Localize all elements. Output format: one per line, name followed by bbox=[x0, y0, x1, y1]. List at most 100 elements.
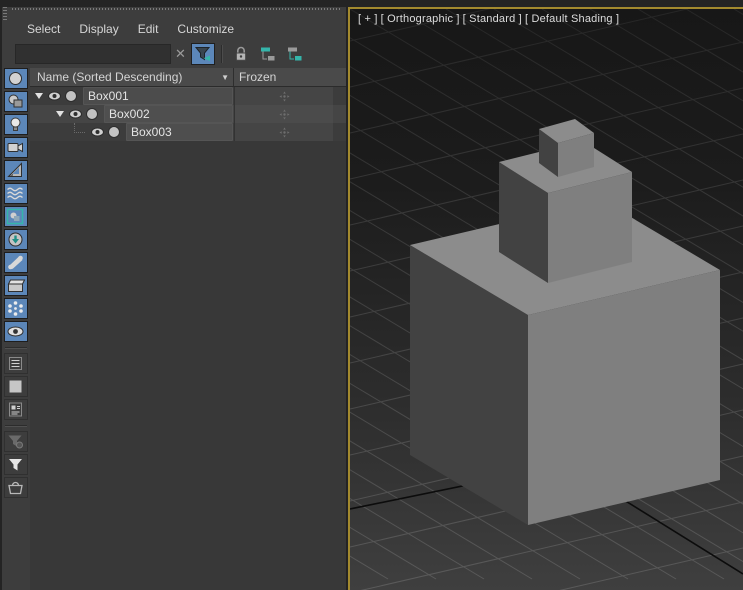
frozen-cell[interactable] bbox=[234, 87, 333, 105]
menu-customize[interactable]: Customize bbox=[177, 22, 234, 36]
toolbar-separator bbox=[4, 347, 27, 349]
scene-explorer-panel: Select Display Edit Customize ✕ Name (So… bbox=[2, 7, 346, 590]
display-lights-icon bbox=[10, 117, 21, 131]
visibility-eye-icon bbox=[91, 127, 104, 137]
viewport-general-menu[interactable]: [ + ] bbox=[358, 13, 378, 25]
property-list-button[interactable] bbox=[3, 399, 28, 420]
tree-connector bbox=[74, 122, 85, 133]
display-frozen-icon bbox=[8, 301, 23, 316]
display-lights-button[interactable] bbox=[3, 114, 28, 135]
display-hidden-button[interactable] bbox=[3, 321, 28, 342]
tree-header: Name (Sorted Descending) ▼ Frozen bbox=[30, 68, 346, 87]
selection-filter-icon bbox=[9, 459, 22, 471]
display-geometry-button[interactable] bbox=[3, 68, 28, 89]
display-containers-icon bbox=[7, 279, 26, 292]
list-view-button[interactable] bbox=[3, 353, 28, 374]
visibility-eye-icon bbox=[69, 109, 82, 119]
object-name-label: Box003 bbox=[131, 125, 172, 139]
name-column-label: Name (Sorted Descending) bbox=[37, 70, 183, 84]
selection-filter-dim-icon bbox=[8, 435, 23, 449]
display-filter-toolbar bbox=[2, 68, 29, 500]
frozen-cell[interactable] bbox=[234, 105, 333, 123]
tree-row[interactable]: Box003 bbox=[30, 122, 346, 141]
container-filter-icon bbox=[8, 481, 23, 495]
expand-arrow-icon[interactable] bbox=[53, 111, 67, 117]
frozen-toggle-icon bbox=[278, 108, 290, 120]
tree-rows: Box001 Box002 Box003 bbox=[30, 87, 346, 141]
panel-drag-handle-corner bbox=[3, 7, 7, 21]
display-groups-button[interactable] bbox=[3, 206, 28, 227]
material-swatch-button[interactable] bbox=[3, 376, 28, 397]
menu-select[interactable]: Select bbox=[27, 22, 60, 36]
menu-display[interactable]: Display bbox=[79, 22, 118, 36]
filter-funnel-icon bbox=[194, 47, 210, 61]
lock-button[interactable] bbox=[229, 43, 253, 65]
frozen-toggle-icon bbox=[278, 90, 290, 102]
display-bones-icon bbox=[8, 255, 23, 270]
object-name-cell[interactable]: Box001 bbox=[83, 87, 233, 105]
display-geometry-icon bbox=[9, 72, 22, 85]
visibility-toggle[interactable] bbox=[48, 91, 62, 101]
viewport-renderer-menu[interactable]: [ Standard ] bbox=[463, 13, 522, 25]
selection-filter-button[interactable] bbox=[3, 454, 28, 475]
column-header-name[interactable]: Name (Sorted Descending) ▼ bbox=[30, 68, 234, 86]
viewport[interactable]: [ + ] [ Orthographic ] [ Standard ] [ De… bbox=[348, 7, 743, 590]
object-name-label: Box001 bbox=[88, 89, 129, 103]
display-containers-button[interactable] bbox=[3, 275, 28, 296]
display-frozen-button[interactable] bbox=[3, 298, 28, 319]
tree-row[interactable]: Box001 bbox=[30, 87, 346, 105]
row-filler bbox=[333, 87, 346, 105]
viewport-shading-menu[interactable]: [ Default Shading ] bbox=[525, 13, 619, 25]
expand-all-icon bbox=[260, 47, 275, 61]
row-filler bbox=[333, 123, 346, 141]
visibility-toggle[interactable] bbox=[91, 127, 105, 137]
frozen-cell[interactable] bbox=[234, 123, 333, 141]
clear-search-icon[interactable]: ✕ bbox=[175, 43, 186, 65]
display-helpers-icon bbox=[7, 162, 22, 177]
selection-dot-icon[interactable] bbox=[108, 126, 120, 138]
sort-descending-icon: ▼ bbox=[221, 72, 229, 82]
display-shapes-button[interactable] bbox=[3, 91, 28, 112]
tree-row[interactable]: Box002 bbox=[30, 105, 346, 123]
material-swatch-icon bbox=[9, 380, 22, 393]
visibility-toggle[interactable] bbox=[69, 109, 83, 119]
display-helpers-button[interactable] bbox=[3, 160, 28, 181]
object-name-label: Box002 bbox=[109, 107, 150, 121]
collapse-all-icon bbox=[287, 47, 302, 61]
object-name-cell[interactable]: Box002 bbox=[104, 105, 233, 123]
selection-dot-icon[interactable] bbox=[65, 90, 77, 102]
display-spacewarps-button[interactable] bbox=[3, 183, 28, 204]
selection-filter-button[interactable] bbox=[190, 43, 215, 65]
display-bones-button[interactable] bbox=[3, 252, 28, 273]
search-input[interactable] bbox=[15, 44, 171, 64]
display-cameras-button[interactable] bbox=[3, 137, 28, 158]
lock-icon bbox=[235, 46, 247, 61]
display-xrefs-button[interactable] bbox=[3, 229, 28, 250]
visibility-eye-icon bbox=[48, 91, 61, 101]
display-xrefs-icon bbox=[8, 232, 23, 247]
display-groups-icon bbox=[6, 208, 24, 225]
viewport-label: [ + ] [ Orthographic ] [ Standard ] [ De… bbox=[358, 13, 622, 25]
menu-edit[interactable]: Edit bbox=[138, 22, 159, 36]
property-list-icon bbox=[9, 402, 22, 417]
selection-filter-dim-button[interactable] bbox=[3, 431, 28, 452]
row-filler bbox=[333, 105, 346, 123]
expand-arrow-icon[interactable] bbox=[32, 93, 46, 99]
object-name-cell[interactable]: Box003 bbox=[126, 123, 233, 141]
collapse-all-button[interactable] bbox=[283, 43, 307, 65]
box003-mesh[interactable] bbox=[539, 119, 594, 177]
expand-all-button[interactable] bbox=[256, 43, 280, 65]
toolbar-separator bbox=[220, 45, 223, 63]
container-filter-button[interactable] bbox=[3, 477, 28, 498]
viewport-pov-menu[interactable]: [ Orthographic ] bbox=[381, 13, 460, 25]
display-shapes-icon bbox=[8, 94, 23, 108]
panel-drag-handle[interactable] bbox=[12, 8, 342, 13]
display-spacewarps-icon bbox=[7, 187, 23, 200]
column-header-frozen[interactable]: Frozen bbox=[234, 68, 346, 86]
toolbar-separator bbox=[4, 425, 27, 427]
object-tree: Name (Sorted Descending) ▼ Frozen Box001… bbox=[30, 68, 346, 590]
viewport-canvas[interactable] bbox=[350, 9, 743, 590]
menu-bar: Select Display Edit Customize bbox=[27, 20, 253, 38]
selection-dot-icon[interactable] bbox=[86, 108, 98, 120]
display-hidden-icon bbox=[7, 326, 24, 337]
